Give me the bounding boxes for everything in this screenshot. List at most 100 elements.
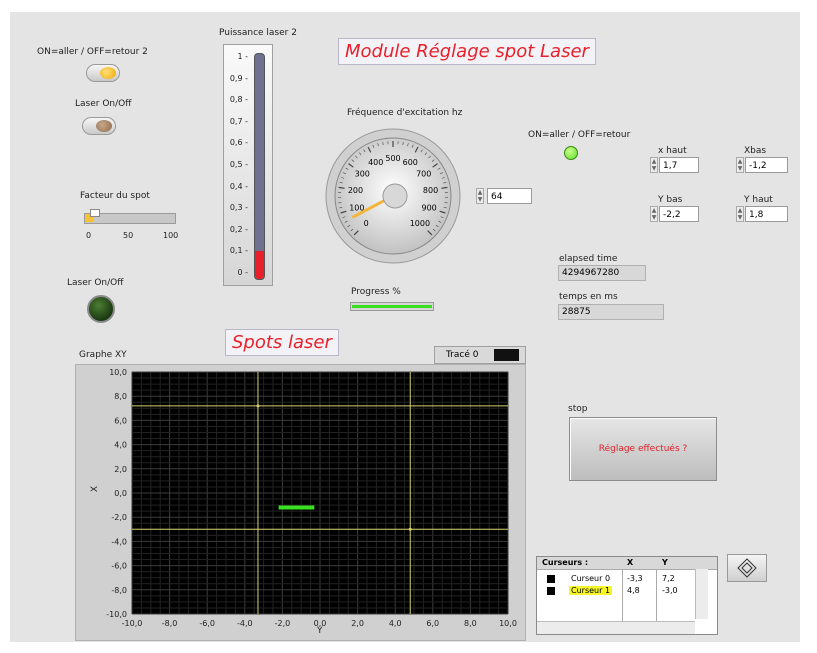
thermo-tick: 0,5 - xyxy=(229,160,248,169)
thermo-tick: 1 - xyxy=(237,52,248,61)
x-tick-label: 8,0 xyxy=(464,619,477,628)
y-haut-label: Y haut xyxy=(744,195,773,205)
thermo-tick: 0,2 - xyxy=(229,224,248,234)
y-haut-spin[interactable]: ▲ ▼ xyxy=(736,206,744,222)
dial-tick-label: 800 xyxy=(423,186,438,195)
elapsed-label: elapsed time xyxy=(559,254,618,264)
x-tick-label: -2,0 xyxy=(275,619,291,628)
x-haut-spin[interactable]: ▲ ▼ xyxy=(650,157,658,173)
cursor-move-button[interactable] xyxy=(727,554,767,582)
header-cursors: Curseurs : xyxy=(542,558,589,567)
thermo-tick: 0,3 - xyxy=(229,203,248,213)
graph-ylabel: X xyxy=(90,485,101,493)
xy-graph[interactable]: 10,0 8,0 6,0 4,0 2,0 0,0 -2,0 -4,0 -6,0 -8,0 -10,0… xyxy=(75,364,526,641)
dial-tick-label: 500 xyxy=(385,154,400,163)
dial-tick-label: 200 xyxy=(348,186,363,195)
slider-tick: 50 xyxy=(123,231,134,240)
table-hscroll[interactable] xyxy=(537,621,695,634)
thermo-tick: 0,4 - xyxy=(229,181,248,191)
y-bas-spin[interactable]: ▲ ▼ xyxy=(650,206,658,222)
slider-tick: 100 xyxy=(163,231,179,240)
cursor-table[interactable]: Curseurs : X Y Curseur 0 -3,3 7,2 Curseu… xyxy=(536,556,718,635)
x-tick-label: -6,0 xyxy=(199,619,215,628)
facteur-label: Facteur du spot xyxy=(80,191,150,201)
on-aller-2-label: ON=aller / OFF=retour 2 xyxy=(37,47,148,57)
x-haut-field[interactable]: 1,7 xyxy=(659,157,699,173)
x-haut-label: x haut xyxy=(658,146,687,156)
y-tick-label: 2,0 xyxy=(114,465,127,474)
thermo-tick: 0,9 - xyxy=(229,73,248,83)
dial-tick-label: 1000 xyxy=(410,219,430,228)
temps-value: 28875 xyxy=(558,304,664,320)
col-divider xyxy=(656,569,657,621)
laser-power-label: Puissance laser 2 xyxy=(219,28,297,38)
on-aller-led xyxy=(564,146,578,160)
cursor-marker-icon xyxy=(547,587,555,595)
xbas-label: Xbas xyxy=(744,146,767,156)
on-aller-label: ON=aller / OFF=retour xyxy=(528,130,631,140)
cursor-table-header: Curseurs : X Y xyxy=(537,557,717,570)
frequency-dial[interactable]: 0100200300400 500 6007008009001000 xyxy=(319,124,467,264)
laser-onoff-label: Laser On/Off xyxy=(75,99,132,109)
y-tick-label: -6,0 xyxy=(111,562,127,571)
thermo-tick: 0,6 - xyxy=(229,138,248,148)
y-bas-label: Y bas xyxy=(658,195,683,205)
y-bas-field[interactable]: -2,2 xyxy=(659,206,699,222)
switch-lens-icon xyxy=(100,67,116,79)
x-tick-label: 10,0 xyxy=(499,619,517,628)
y-tick-label: 4,0 xyxy=(114,441,127,450)
y-tick-label: 10,0 xyxy=(109,368,127,377)
cursor-row-y: -3,0 xyxy=(662,586,678,595)
graph-xlabel: Y xyxy=(317,626,323,636)
laser-onoff-led-label: Laser On/Off xyxy=(67,278,124,288)
xbas-spin[interactable]: ▲ ▼ xyxy=(736,157,744,173)
spots-title: Spots laser xyxy=(225,329,339,356)
graph-label: Graphe XY xyxy=(79,350,127,360)
xbas-field[interactable]: -1,2 xyxy=(745,157,788,173)
dial-tick-label: 0 xyxy=(364,219,369,228)
x-tick-label: 4,0 xyxy=(389,619,402,628)
dial-tick-label: 900 xyxy=(421,204,436,213)
facteur-slider[interactable]: 0 50 100 xyxy=(80,207,178,243)
thermo-tick: 0,7 - xyxy=(229,116,248,126)
legend-swatch-icon xyxy=(494,349,519,361)
laser-onoff-switch[interactable] xyxy=(82,117,116,135)
x-tick-label: -4,0 xyxy=(237,619,253,628)
temps-label: temps en ms xyxy=(559,292,618,302)
on-aller-2-switch[interactable] xyxy=(86,64,120,82)
cursor-point xyxy=(256,404,260,408)
x-tick-label: -10,0 xyxy=(122,619,143,628)
y-haut-field[interactable]: 1,8 xyxy=(745,206,788,222)
thermo-tick: 0,8 - xyxy=(229,95,248,105)
switch-lens-icon xyxy=(96,120,112,132)
freq-spin[interactable]: ▲ ▼ xyxy=(476,188,484,204)
progress-label: Progress % xyxy=(351,287,401,297)
y-tick-label: -4,0 xyxy=(111,537,127,546)
cursor-row-x: 4,8 xyxy=(627,586,640,595)
x-tick-label: 2,0 xyxy=(351,619,364,628)
laser-led-indicator xyxy=(87,295,115,323)
thermo-tube xyxy=(254,53,265,280)
plot-legend[interactable]: Tracé 0 xyxy=(434,346,526,364)
elapsed-value: 4294967280 xyxy=(558,265,646,281)
cursor-row-name[interactable]: Curseur 0 xyxy=(571,574,610,583)
stop-label: stop xyxy=(568,404,588,414)
legend-label: Tracé 0 xyxy=(446,350,479,360)
header-y: Y xyxy=(662,558,668,567)
frequency-value[interactable]: 64 xyxy=(487,188,532,204)
progress-bar xyxy=(350,302,434,311)
module-title: Module Réglage spot Laser xyxy=(338,38,596,65)
slider-thumb[interactable] xyxy=(90,209,100,217)
slider-tick: 0 xyxy=(86,231,92,240)
y-tick-label: 0,0 xyxy=(114,489,127,498)
y-tick-label: -8,0 xyxy=(111,586,127,595)
x-tick-label: -8,0 xyxy=(162,619,178,628)
table-vscroll[interactable] xyxy=(695,569,708,619)
y-tick-label: -10,0 xyxy=(106,610,127,619)
dial-tick-label: 300 xyxy=(355,170,370,179)
stop-button[interactable]: Réglage effectués ? xyxy=(569,417,717,481)
thermo-tick: 0,1 - xyxy=(229,246,248,256)
diamond-arrows-icon xyxy=(737,558,757,578)
cursor-row-name[interactable]: Curseur 1 xyxy=(569,586,613,595)
frequency-label: Fréquence d'excitation hz xyxy=(347,108,463,118)
